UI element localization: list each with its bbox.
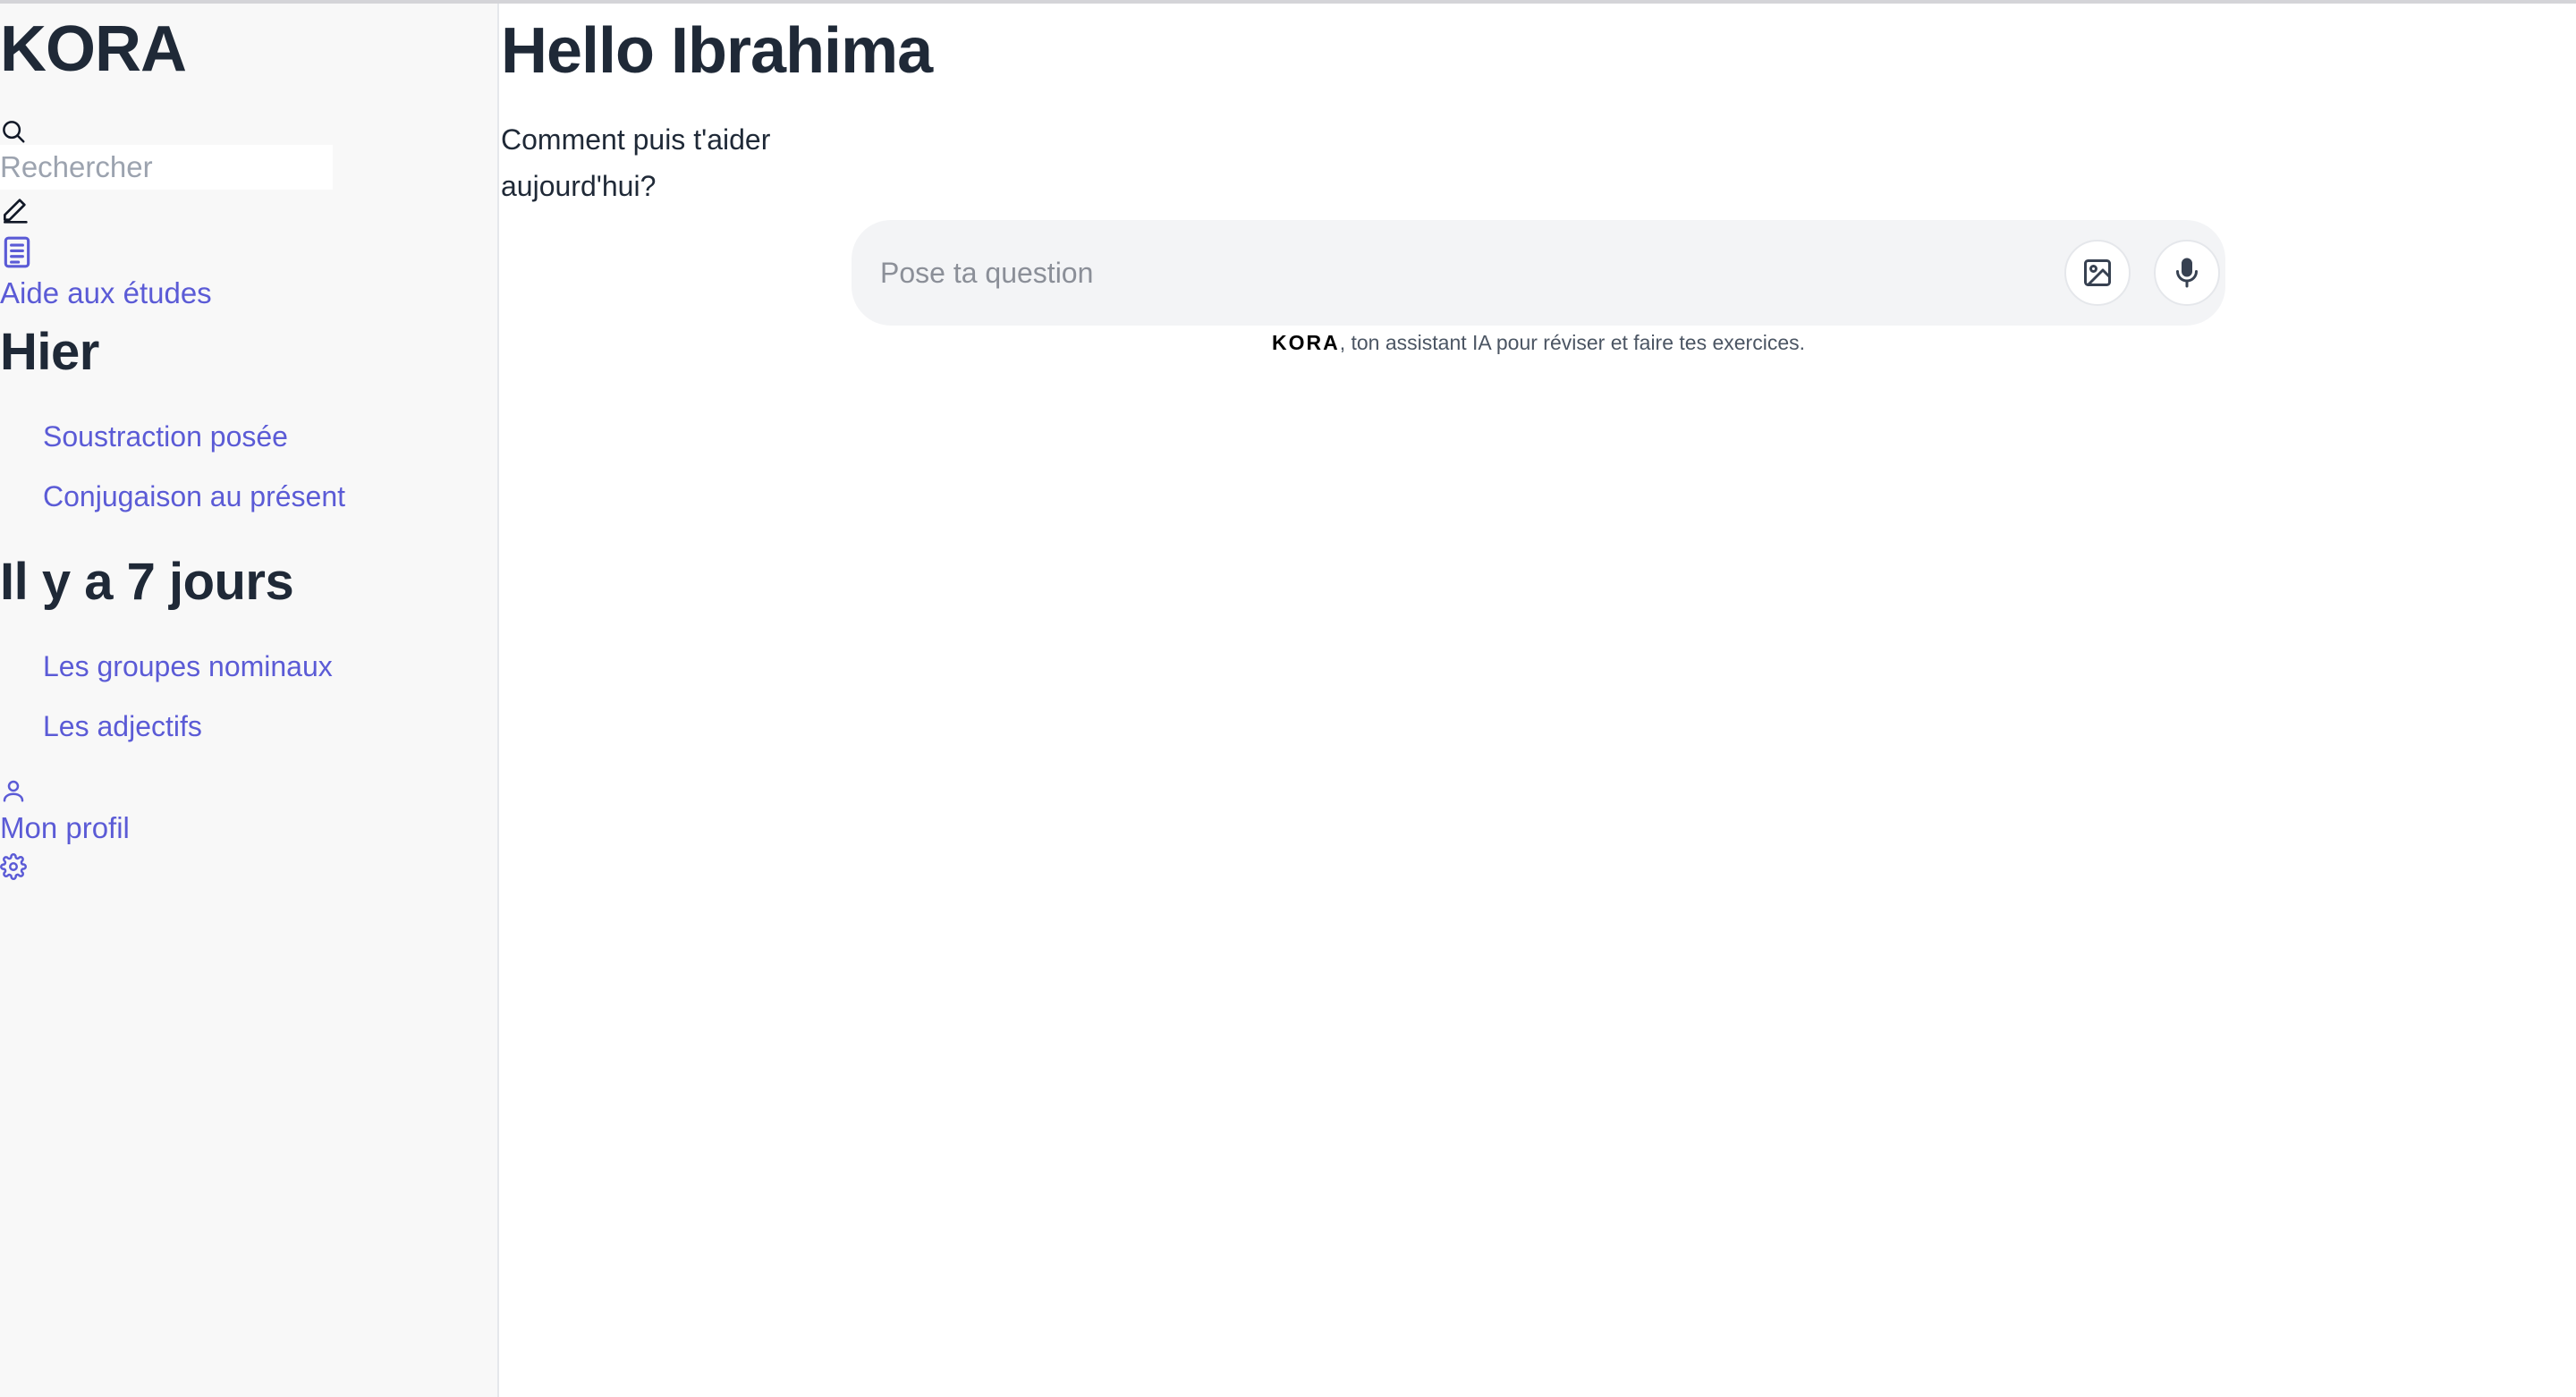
profile-link[interactable]: Mon profil <box>0 811 130 845</box>
voice-input-button[interactable] <box>2154 240 2220 306</box>
brand-logo: KORA <box>0 13 187 85</box>
main-panel: Hello Ibrahima Comment puis t'aider aujo… <box>501 4 2576 1397</box>
document-icon[interactable] <box>0 234 34 270</box>
microphone-icon <box>2176 258 2198 288</box>
question-composer <box>852 220 2225 326</box>
gear-icon[interactable] <box>0 853 27 880</box>
upload-image-button[interactable] <box>2064 240 2131 306</box>
history-item[interactable]: Soustraction posée <box>43 420 288 453</box>
greeting-subtitle: Comment puis t'aider aujourd'hui? <box>501 123 771 202</box>
disclaimer-text: , ton assistant IA pour réviser et faire… <box>1339 331 1806 354</box>
history-section-title-last-week: Il y a 7 jours <box>0 553 294 611</box>
history-item[interactable]: Les adjectifs <box>43 710 202 743</box>
history-section-title-yesterday: Hier <box>0 323 99 381</box>
user-icon[interactable] <box>0 776 27 805</box>
history-item[interactable]: Les groupes nominaux <box>43 650 333 683</box>
disclaimer: KORA, ton assistant IA pour réviser et f… <box>852 331 2225 355</box>
image-icon <box>2084 259 2111 286</box>
study-help-link[interactable]: Aide aux études <box>0 276 212 310</box>
sidebar: KORA Aide aux études Hier Soustraction p… <box>0 4 499 1397</box>
greeting-title: Hello Ibrahima <box>501 15 933 87</box>
pencil-icon[interactable] <box>0 196 29 224</box>
search-icon[interactable] <box>0 118 27 145</box>
question-input[interactable] <box>880 245 1936 301</box>
disclaimer-brand: KORA <box>1271 331 1340 354</box>
history-item[interactable]: Conjugaison au présent <box>43 480 345 513</box>
search-input[interactable] <box>0 145 333 190</box>
